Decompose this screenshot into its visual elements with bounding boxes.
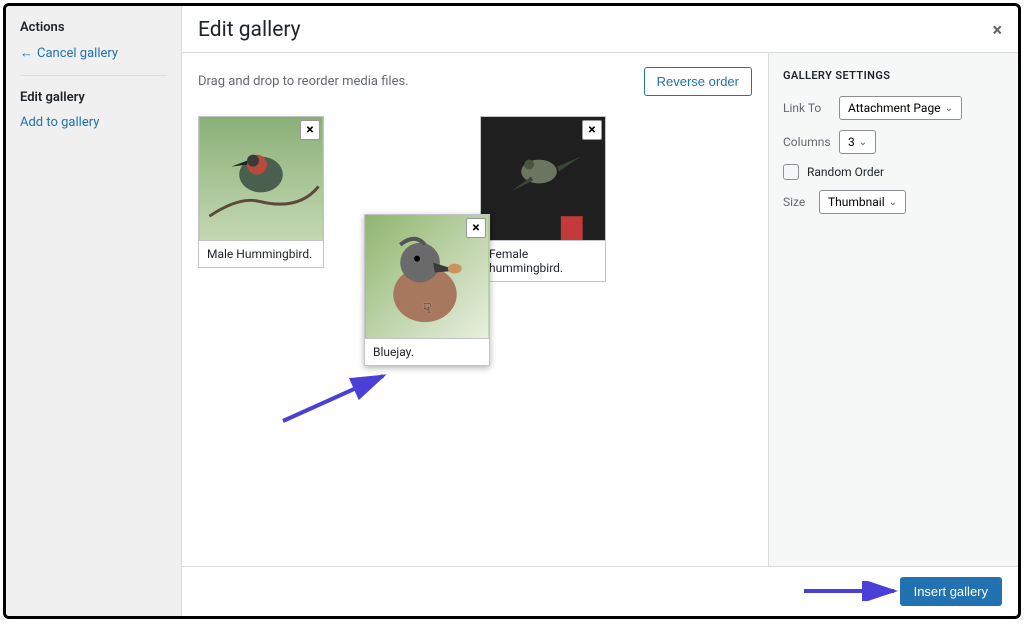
gallery-tile[interactable]: × Female hummingbird. bbox=[480, 116, 606, 282]
thumbnail[interactable]: × bbox=[199, 117, 323, 241]
tile-caption[interactable]: Bluejay. bbox=[365, 339, 489, 365]
cursor-hand-icon: ☟ bbox=[423, 301, 432, 317]
columns-select[interactable]: 3 ⌄ bbox=[839, 130, 876, 154]
modal-footer: Insert gallery bbox=[182, 566, 1018, 616]
link-to-label: Link To bbox=[783, 101, 839, 115]
tiles-container[interactable]: × Male Hummingbird. bbox=[198, 116, 752, 516]
gallery-settings-panel: GALLERY SETTINGS Link To Attachment Page… bbox=[768, 53, 1018, 566]
chevron-down-icon: ⌄ bbox=[945, 103, 953, 114]
select-value: Attachment Page bbox=[848, 101, 941, 115]
divider bbox=[20, 75, 167, 76]
setting-columns: Columns 3 ⌄ bbox=[783, 130, 1004, 154]
tile-caption[interactable]: Male Hummingbird. bbox=[199, 241, 323, 267]
page-title: Edit gallery bbox=[198, 18, 301, 42]
cancel-gallery-link[interactable]: Cancel gallery bbox=[20, 45, 167, 61]
reorder-hint: Drag and drop to reorder media files. bbox=[198, 74, 409, 89]
gallery-area: Drag and drop to reorder media files. Re… bbox=[182, 53, 768, 566]
toolbar: Drag and drop to reorder media files. Re… bbox=[198, 67, 752, 96]
actions-heading: Actions bbox=[20, 20, 167, 35]
chevron-down-icon: ⌄ bbox=[859, 137, 867, 148]
close-icon[interactable]: × bbox=[992, 20, 1002, 41]
close-icon: × bbox=[472, 220, 479, 236]
setting-link-to: Link To Attachment Page ⌄ bbox=[783, 96, 1004, 120]
edit-gallery-heading: Edit gallery bbox=[20, 90, 167, 105]
remove-tile-button[interactable]: × bbox=[466, 218, 486, 238]
tile-caption[interactable]: Female hummingbird. bbox=[481, 241, 605, 281]
link-to-select[interactable]: Attachment Page ⌄ bbox=[839, 96, 962, 120]
size-label: Size bbox=[783, 195, 819, 209]
random-order-label: Random Order bbox=[807, 165, 884, 179]
select-value: Thumbnail bbox=[828, 195, 885, 209]
annotation-arrow bbox=[802, 581, 902, 601]
size-select[interactable]: Thumbnail ⌄ bbox=[819, 190, 906, 214]
add-to-gallery-link[interactable]: Add to gallery bbox=[20, 115, 167, 130]
main: Edit gallery × Drag and drop to reorder … bbox=[182, 6, 1018, 616]
thumbnail[interactable]: ☟ × bbox=[365, 215, 489, 339]
insert-gallery-button[interactable]: Insert gallery bbox=[900, 577, 1002, 606]
settings-heading: GALLERY SETTINGS bbox=[783, 69, 1004, 82]
remove-tile-button[interactable]: × bbox=[300, 120, 320, 140]
modal-header: Edit gallery × bbox=[182, 6, 1018, 53]
gallery-tile[interactable]: × Male Hummingbird. bbox=[198, 116, 324, 268]
remove-tile-button[interactable]: × bbox=[582, 120, 602, 140]
annotation-arrow bbox=[278, 366, 398, 426]
thumbnail[interactable]: × bbox=[481, 117, 605, 241]
chevron-down-icon: ⌄ bbox=[889, 197, 897, 208]
content-row: Drag and drop to reorder media files. Re… bbox=[182, 53, 1018, 566]
reverse-order-button[interactable]: Reverse order bbox=[644, 67, 752, 96]
select-value: 3 bbox=[848, 135, 855, 149]
random-order-checkbox[interactable] bbox=[783, 164, 799, 180]
sidebar: Actions Cancel gallery Edit gallery Add … bbox=[6, 6, 182, 616]
setting-random-order: Random Order bbox=[783, 164, 1004, 180]
setting-size: Size Thumbnail ⌄ bbox=[783, 190, 1004, 214]
gallery-tile-dragging[interactable]: ☟ × Bluejay. bbox=[364, 214, 490, 366]
close-icon: × bbox=[306, 122, 313, 138]
columns-label: Columns bbox=[783, 135, 839, 149]
close-icon: × bbox=[588, 122, 595, 138]
